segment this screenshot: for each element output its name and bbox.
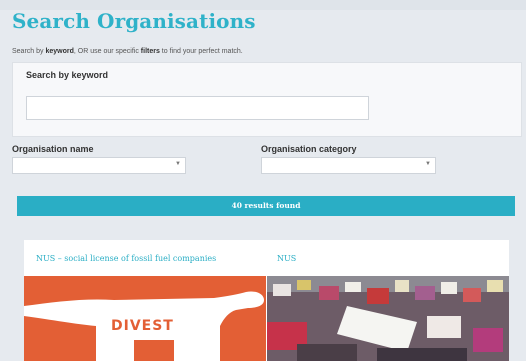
divest-image-text: DIVEST <box>111 318 174 334</box>
org-name-select[interactable]: ▼ <box>12 157 186 174</box>
org-category-label: Organisation category <box>261 144 357 154</box>
results-panel: NUS – social license of fossil fuel comp… <box>24 240 509 361</box>
card-title-2[interactable]: NUS <box>277 254 296 263</box>
keyword-search-panel: Search by keyword <box>12 62 522 137</box>
card-image-nus[interactable] <box>267 276 509 361</box>
subtitle-post: to find your perfect match. <box>159 48 243 55</box>
keyword-search-label: Search by keyword <box>26 70 109 80</box>
subtitle-filters: filters <box>140 48 160 55</box>
card-title-1[interactable]: NUS – social license of fossil fuel comp… <box>36 254 216 263</box>
subtitle-keyword: keyword <box>45 48 74 55</box>
org-name-label: Organisation name <box>12 144 94 154</box>
protest-crowd-photo <box>267 276 509 361</box>
card-image-divest[interactable]: DIVEST <box>24 276 266 361</box>
subtitle-mid: , OR use our specific <box>73 48 141 55</box>
page-subtitle: Search by keyword, OR use our specific f… <box>12 48 243 55</box>
chevron-down-icon: ▼ <box>425 161 431 167</box>
org-category-select[interactable]: ▼ <box>261 157 436 174</box>
page-title: Search Organisations <box>12 9 256 33</box>
subtitle-pre: Search by <box>12 48 46 55</box>
chevron-down-icon: ▼ <box>175 161 181 167</box>
results-count-bar: 40 results found <box>17 196 515 216</box>
keyword-search-input[interactable] <box>26 96 369 120</box>
